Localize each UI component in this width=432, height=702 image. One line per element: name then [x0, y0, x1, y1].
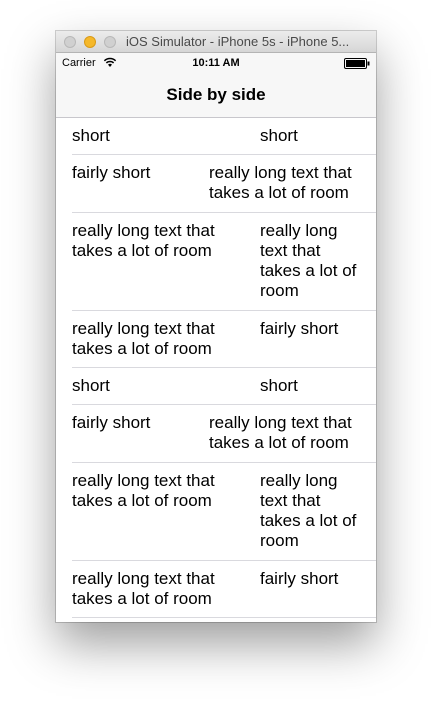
right-cell-label: really long text that takes a lot of roo…: [260, 471, 357, 550]
status-bar: Carrier 10:11 AM: [56, 53, 376, 73]
window-titlebar: iOS Simulator - iPhone 5s - iPhone 5...: [56, 31, 376, 53]
left-cell-label: really long text that takes a lot of roo…: [72, 569, 215, 608]
right-cell-label: really long text that takes a lot of roo…: [209, 413, 352, 452]
close-button[interactable]: [64, 36, 76, 48]
table-row[interactable]: fairly short really long text that takes…: [56, 405, 376, 463]
left-cell-label: really long text that takes a lot of roo…: [72, 471, 215, 510]
left-cell-label: short: [72, 126, 110, 145]
left-cell-label: fairly short: [72, 413, 151, 432]
simulator-window: iOS Simulator - iPhone 5s - iPhone 5... …: [56, 31, 376, 622]
right-cell-label: short: [260, 126, 298, 145]
battery-icon: [344, 58, 370, 69]
table-row[interactable]: short short: [56, 118, 376, 155]
left-cell-label: really long text that takes a lot of roo…: [72, 221, 215, 260]
window-title: iOS Simulator - iPhone 5s - iPhone 5...: [126, 34, 350, 49]
left-cell-label: short: [72, 376, 110, 395]
navigation-bar: Side by side: [56, 73, 376, 118]
right-cell-label: really long text that takes a lot of roo…: [260, 221, 357, 300]
right-cell-label: really long text that takes a lot of roo…: [209, 163, 352, 202]
status-time: 10:11 AM: [192, 57, 240, 69]
zoom-button[interactable]: [104, 36, 116, 48]
table-row[interactable]: really long text that takes a lot of roo…: [56, 561, 376, 618]
table-row[interactable]: really long text that takes a lot of roo…: [56, 311, 376, 368]
table-row[interactable]: short short: [56, 368, 376, 405]
right-cell-label: fairly short: [260, 569, 339, 588]
minimize-button[interactable]: [84, 36, 96, 48]
table-row[interactable]: really long text that takes a lot of roo…: [56, 463, 376, 561]
left-cell-label: fairly short: [72, 163, 151, 182]
table-row[interactable]: really long text that takes a lot of roo…: [56, 213, 376, 311]
table-row[interactable]: fairly short really long text that takes…: [56, 155, 376, 213]
left-cell-label: really long text that takes a lot of roo…: [72, 319, 215, 358]
nav-title: Side by side: [166, 85, 266, 104]
table-view[interactable]: short short fairly short really long tex…: [56, 118, 376, 618]
right-cell-label: fairly short: [260, 319, 339, 338]
right-cell-label: short: [260, 376, 298, 395]
